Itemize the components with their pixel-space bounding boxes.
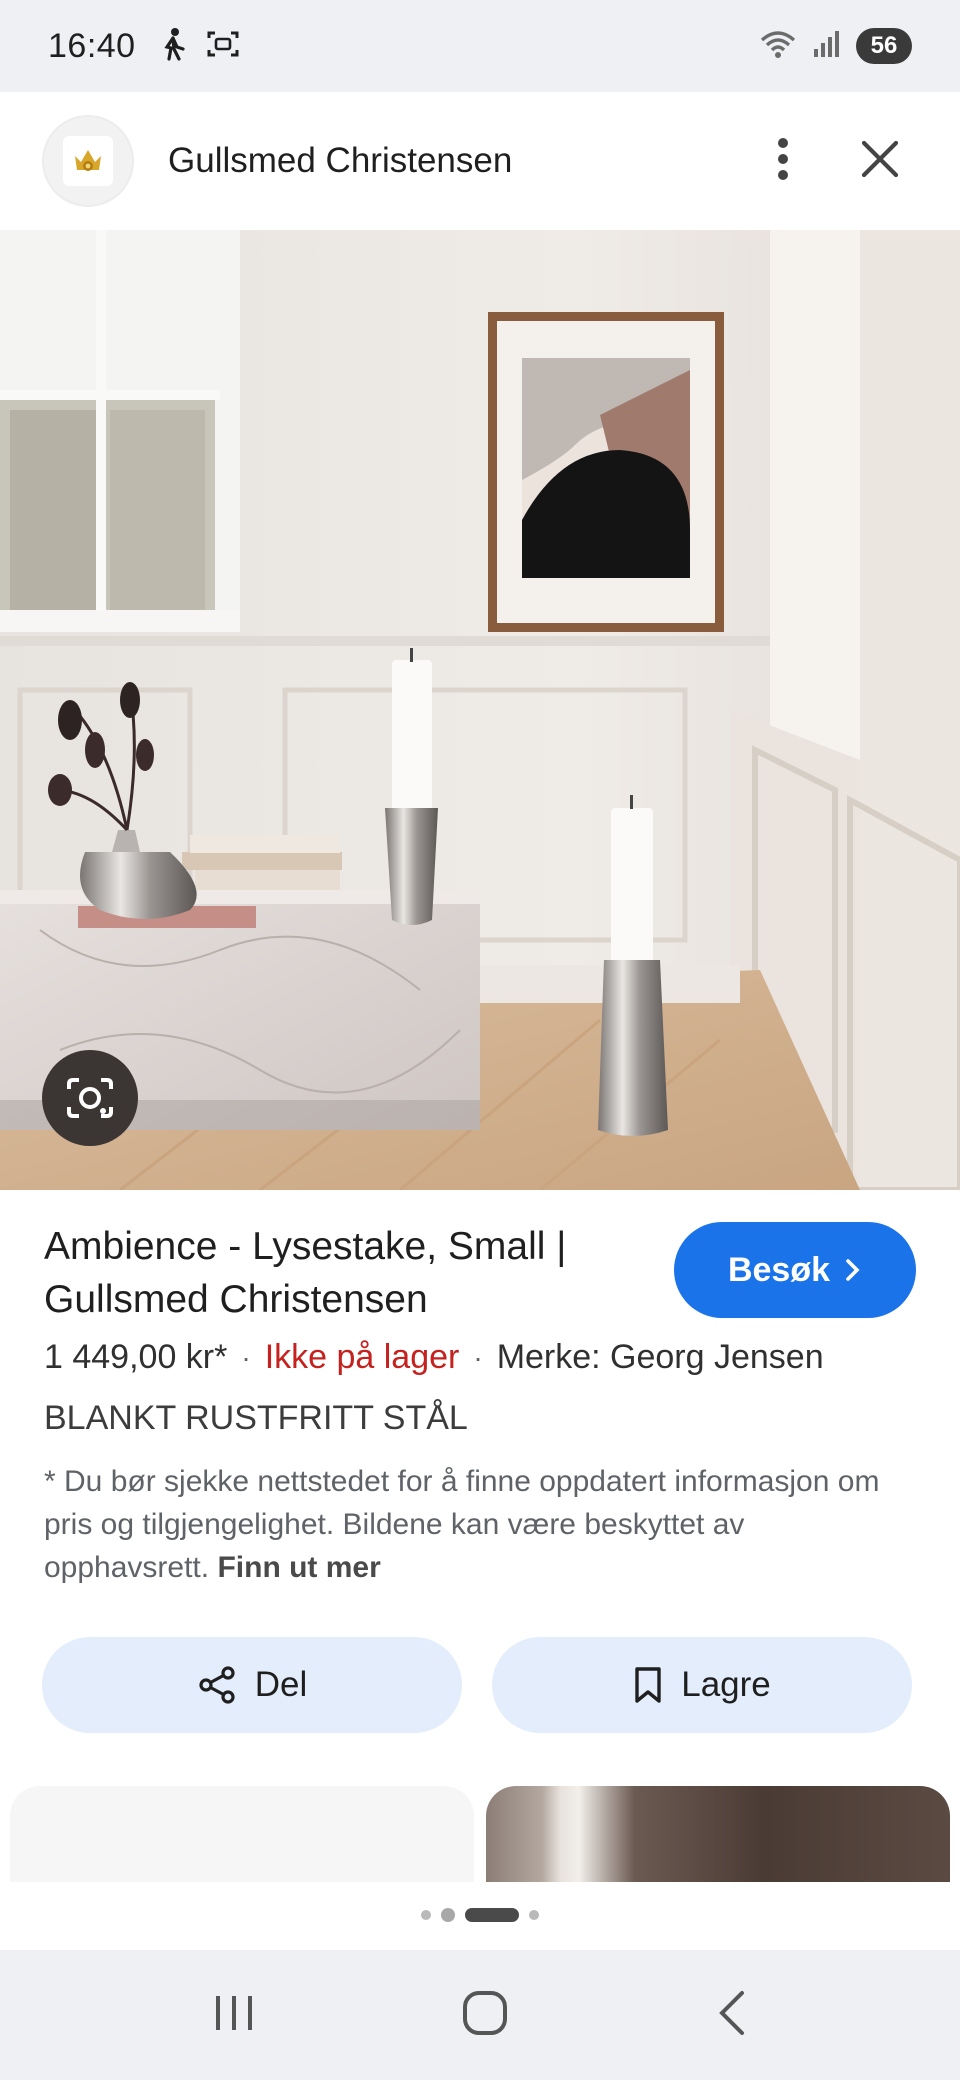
recent-apps-icon[interactable]	[212, 1992, 256, 2039]
battery-indicator: 56	[856, 28, 912, 64]
page-dot	[441, 1908, 455, 1922]
signal-icon	[812, 29, 842, 64]
page-indicator	[0, 1908, 960, 1922]
related-card[interactable]	[486, 1786, 950, 1882]
page-dot	[529, 1910, 539, 1920]
screenshot-icon	[206, 29, 240, 64]
page-dot-active	[465, 1908, 519, 1922]
save-button-label: Lagre	[681, 1665, 771, 1704]
action-row: Del Lagre	[42, 1637, 912, 1733]
disclaimer: * Du bør sjekke nettstedet for å finne o…	[0, 1438, 960, 1589]
material: BLANKT RUSTFRITT STÅL	[44, 1399, 468, 1437]
product-meta: 1 449,00 kr* · Ikke på lager · Merke: Ge…	[0, 1320, 960, 1377]
bookmark-icon	[635, 1667, 661, 1703]
site-logo[interactable]	[42, 115, 134, 207]
learn-more-link[interactable]: Finn ut mer	[217, 1551, 380, 1584]
google-lens-button[interactable]	[42, 1050, 138, 1146]
more-options-icon[interactable]	[776, 136, 790, 187]
visit-button[interactable]: Besøk	[674, 1222, 916, 1318]
related-card[interactable]	[10, 1786, 474, 1882]
share-button[interactable]: Del	[42, 1637, 462, 1733]
separator-dot: ·	[241, 1341, 251, 1373]
back-icon[interactable]	[714, 1989, 748, 2042]
page-dot	[421, 1910, 431, 1920]
crown-icon	[75, 150, 101, 171]
lens-icon	[67, 1078, 113, 1118]
price: 1 449,00 kr*	[44, 1338, 228, 1376]
disclaimer-text: * Du bør sjekke nettstedet for å finne o…	[44, 1465, 880, 1584]
header: Gullsmed Christensen	[0, 92, 960, 230]
share-button-label: Del	[254, 1665, 308, 1704]
visit-button-label: Besøk	[727, 1250, 831, 1289]
status-bar: 16:40 56	[0, 0, 960, 92]
site-name: Gullsmed Christensen	[168, 141, 513, 180]
share-icon	[199, 1666, 235, 1704]
wifi-icon	[758, 28, 798, 65]
related-results	[0, 1786, 960, 1882]
product-image[interactable]	[0, 230, 960, 1190]
stock-status: Ikke på lager	[264, 1338, 460, 1376]
save-button[interactable]: Lagre	[492, 1637, 912, 1733]
chevron-right-icon	[846, 1259, 860, 1281]
status-time: 16:40	[48, 26, 136, 65]
home-icon[interactable]	[461, 1989, 509, 2042]
navigation-bar	[0, 1950, 960, 2080]
product-details: Ambience - Lysestake, Small | Gullsmed C…	[0, 1190, 960, 1589]
product-title[interactable]: Ambience - Lysestake, Small | Gullsmed C…	[44, 1220, 644, 1326]
brand: Merke: Georg Jensen	[496, 1338, 824, 1376]
close-icon[interactable]	[860, 139, 900, 184]
separator-dot: ·	[473, 1341, 483, 1373]
walking-icon	[158, 27, 188, 66]
